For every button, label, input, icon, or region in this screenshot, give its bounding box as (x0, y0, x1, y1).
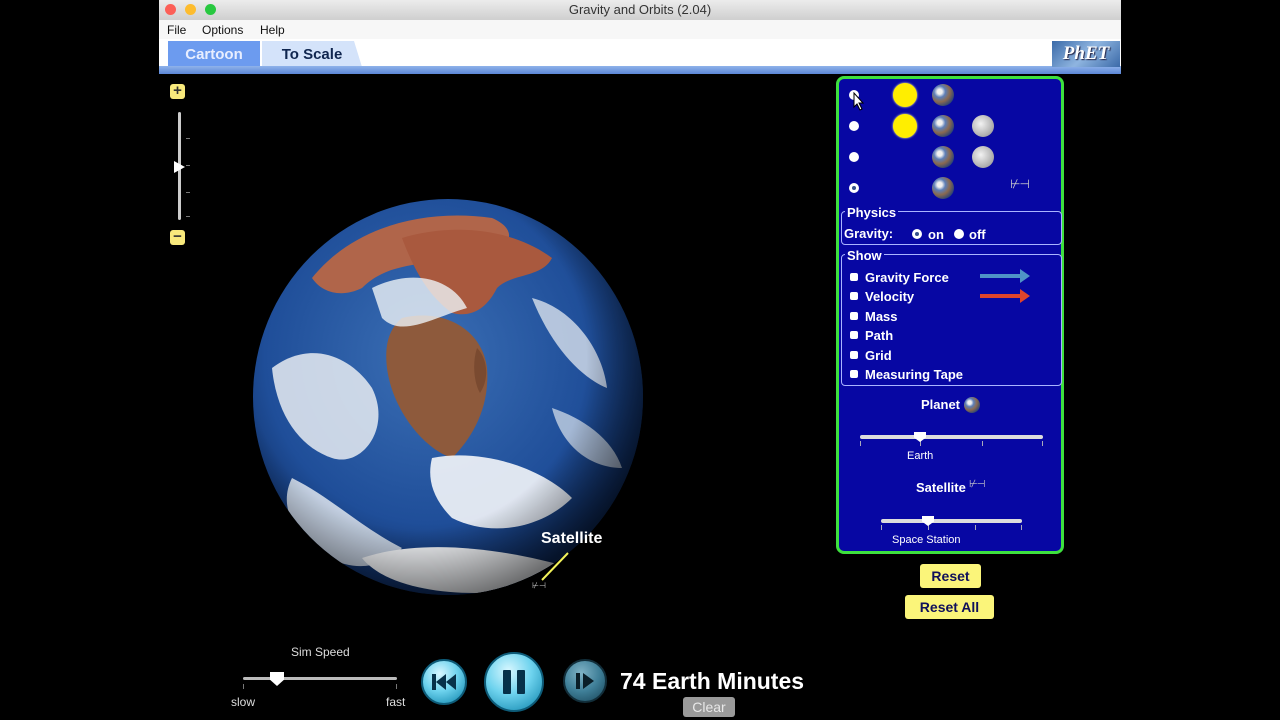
earth-icon (964, 397, 980, 413)
grid-label: Grid (865, 348, 892, 363)
elapsed-time-readout: 74 Earth Minutes (620, 668, 805, 694)
slider-tick (860, 441, 861, 446)
mass-checkbox[interactable] (850, 312, 858, 320)
menu-options[interactable]: Options (202, 23, 243, 37)
earth-icon (932, 115, 954, 137)
zoom-tick (186, 192, 190, 193)
planet-value-label: Earth (907, 450, 934, 462)
menubar: File Options Help (159, 20, 1121, 39)
moon-icon (972, 115, 994, 137)
show-group-title: Show (845, 248, 884, 263)
slider-tick (881, 525, 882, 530)
sun-icon (893, 83, 917, 107)
measuring-tape-label: Measuring Tape (865, 367, 964, 382)
sim-speed-track[interactable] (243, 677, 397, 680)
path-checkbox[interactable] (850, 331, 858, 339)
menu-file[interactable]: File (167, 23, 186, 37)
rewind-button[interactable] (421, 659, 467, 705)
space-station-icon: ⊬⊣ (969, 479, 985, 490)
planet-slider-title: Planet (921, 397, 961, 412)
grid-checkbox[interactable] (850, 351, 858, 359)
zoom-out-button[interactable]: − (170, 229, 185, 245)
sim-speed-thumb[interactable] (270, 672, 284, 686)
gravity-off-radio[interactable] (954, 229, 964, 239)
pause-button[interactable] (484, 652, 544, 712)
sim-speed-fast-label: fast (386, 695, 406, 709)
zoom-slider-thumb[interactable] (174, 161, 185, 173)
zoom-tick (186, 216, 190, 217)
reset-button[interactable]: Reset (920, 564, 981, 588)
svg-text:⊬⊣: ⊬⊣ (532, 581, 546, 590)
satellite-slider-track[interactable] (881, 519, 1022, 523)
gravity-on-radio[interactable] (912, 229, 922, 239)
gravity-force-checkbox[interactable] (850, 273, 858, 281)
velocity-checkbox[interactable] (850, 292, 858, 300)
velocity-label: Velocity (865, 289, 915, 304)
tab-to-scale[interactable]: To Scale (262, 41, 362, 67)
sun-icon (893, 114, 917, 138)
moon-icon (972, 146, 994, 168)
earth-icon (932, 177, 954, 199)
slider-tick (982, 441, 983, 446)
mode-radio-earth-satellite[interactable] (849, 183, 859, 193)
sim-speed-slow-label: slow (231, 695, 256, 709)
rewind-icon (432, 674, 456, 690)
satellite-value-label: Space Station (892, 534, 961, 546)
zoom-tick (186, 138, 190, 139)
reset-all-button[interactable]: Reset All (905, 595, 994, 619)
tab-cartoon[interactable]: Cartoon (168, 41, 260, 67)
satellite-label: Satellite (541, 530, 603, 547)
zoom-tick (186, 165, 190, 166)
clear-time-button[interactable]: Clear (683, 697, 735, 717)
window-title: Gravity and Orbits (2.04) (568, 2, 712, 17)
slider-tick (975, 525, 976, 530)
tab-underline (159, 66, 1121, 74)
slider-tick (396, 684, 397, 689)
mode-radio-sun-earth-moon[interactable] (849, 121, 859, 131)
physics-group-title: Physics (845, 205, 899, 220)
menu-help[interactable]: Help (260, 23, 285, 37)
satellite-orbit-marker[interactable]: ⊬⊣ (528, 550, 574, 592)
gravity-off-label: off (969, 227, 986, 242)
space-station-icon: ⊬⊣ (1010, 177, 1030, 191)
gravity-on-label: on (928, 227, 944, 242)
earth-icon (932, 84, 954, 106)
window-titlebar: Gravity and Orbits (2.04) (159, 0, 1121, 21)
phet-logo: PhET (1052, 41, 1120, 67)
satellite-slider-title: Satellite (916, 480, 966, 495)
velocity-arrow-icon (980, 289, 1030, 303)
step-forward-button[interactable] (563, 659, 607, 703)
zoom-in-button[interactable]: + (170, 83, 185, 99)
path-label: Path (865, 328, 894, 343)
gravity-label: Gravity: (844, 226, 894, 241)
gravity-force-arrow-icon (980, 269, 1030, 283)
earth-icon (932, 146, 954, 168)
step-forward-icon (576, 673, 594, 689)
pause-icon (503, 670, 525, 694)
slider-tick (1042, 441, 1043, 446)
mass-label: Mass (865, 309, 898, 324)
slider-tick (243, 684, 244, 689)
gravity-force-label: Gravity Force (865, 270, 949, 285)
mode-radio-earth-moon[interactable] (849, 152, 859, 162)
sim-speed-title: Sim Speed (291, 645, 350, 659)
measuring-tape-checkbox[interactable] (850, 370, 858, 378)
planet-slider-track[interactable] (860, 435, 1043, 439)
slider-tick (1021, 525, 1022, 530)
mouse-cursor-icon (853, 92, 865, 111)
